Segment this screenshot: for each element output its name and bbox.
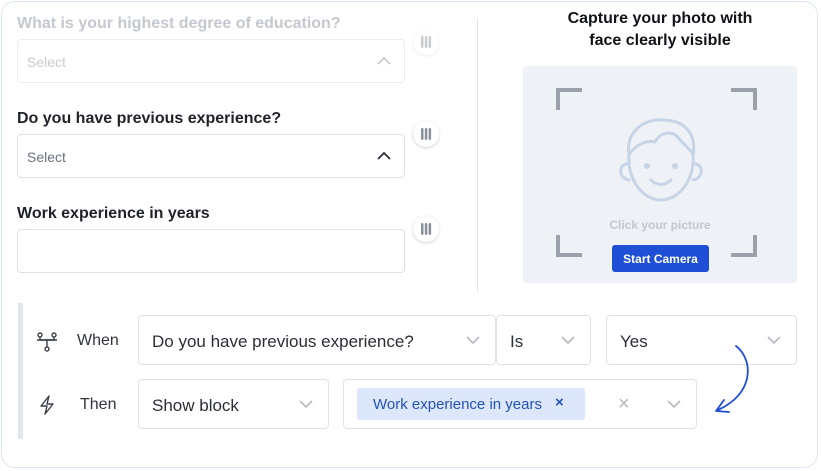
experience-select-placeholder: Select bbox=[27, 149, 66, 165]
frame-corner-bottom-right bbox=[731, 235, 757, 257]
condition-field-dropdown[interactable]: Do you have previous experience? bbox=[138, 315, 496, 365]
target-block-chip: Work experience in years × bbox=[357, 388, 585, 420]
chevron-down-icon bbox=[299, 400, 313, 409]
frame-corner-top-left bbox=[556, 88, 582, 110]
condition-value: Yes bbox=[620, 332, 648, 351]
form-builder-card: What is your highest degree of education… bbox=[1, 1, 818, 468]
chevron-up-icon bbox=[377, 151, 391, 160]
question-label-work-years: Work experience in years bbox=[17, 205, 210, 222]
chevron-down-icon bbox=[767, 336, 781, 345]
work-years-input[interactable] bbox=[17, 229, 405, 273]
logic-rule-bar bbox=[18, 303, 23, 439]
condition-operator-value: Is bbox=[510, 332, 524, 351]
lightning-icon bbox=[40, 395, 54, 415]
branch-icon bbox=[37, 332, 57, 352]
close-icon[interactable]: × bbox=[555, 394, 564, 411]
curved-arrow-icon bbox=[715, 345, 749, 413]
drag-handle-icon[interactable] bbox=[413, 216, 439, 242]
education-select[interactable]: Select bbox=[17, 39, 405, 83]
target-block-chip-label: Work experience in years bbox=[373, 396, 542, 413]
chevron-down-icon bbox=[667, 400, 681, 409]
experience-select[interactable]: Select bbox=[17, 134, 405, 178]
frame-corner-top-right bbox=[731, 88, 757, 110]
camera-preview[interactable]: Click your picture Start Camera bbox=[523, 66, 797, 283]
action-dropdown[interactable]: Show block bbox=[138, 379, 329, 429]
column-divider bbox=[477, 18, 478, 292]
then-label: Then bbox=[80, 396, 117, 413]
when-label: When bbox=[77, 332, 119, 349]
face-icon bbox=[619, 118, 703, 202]
question-label-education: What is your highest degree of education… bbox=[17, 15, 341, 32]
capture-title: Capture your photo with face clearly vis… bbox=[522, 8, 798, 52]
chevron-down-icon bbox=[561, 336, 575, 345]
capture-title-line1: Capture your photo with bbox=[567, 10, 753, 27]
drag-handle-icon[interactable] bbox=[413, 121, 439, 147]
frame-corner-bottom-left bbox=[556, 235, 582, 257]
start-camera-button[interactable]: Start Camera bbox=[612, 245, 709, 272]
capture-title-line2: face clearly visible bbox=[589, 32, 731, 49]
action-value: Show block bbox=[152, 396, 239, 415]
target-block-multiselect[interactable]: Work experience in years × × bbox=[343, 379, 697, 429]
drag-handle-icon[interactable] bbox=[413, 29, 439, 55]
chevron-down-icon bbox=[466, 336, 480, 345]
education-select-placeholder: Select bbox=[27, 54, 66, 70]
clear-selection-icon[interactable]: × bbox=[618, 393, 630, 416]
condition-operator-dropdown[interactable]: Is bbox=[496, 315, 591, 365]
condition-field-value: Do you have previous experience? bbox=[152, 332, 414, 351]
question-label-experience: Do you have previous experience? bbox=[17, 110, 282, 127]
logic-rule-panel: When Do you have previous experience? Is… bbox=[18, 303, 817, 439]
click-picture-hint: Click your picture bbox=[609, 218, 711, 232]
chevron-up-icon bbox=[377, 56, 391, 65]
